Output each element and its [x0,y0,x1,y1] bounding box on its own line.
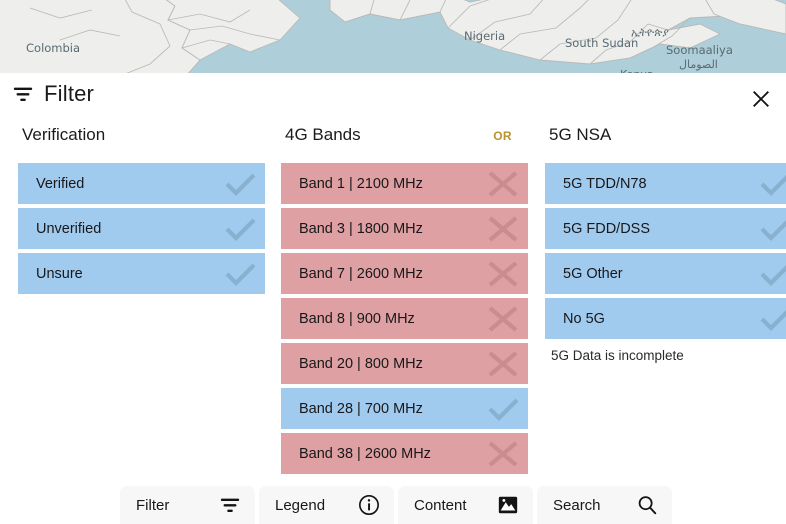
cross-icon [488,216,518,242]
close-button[interactable] [744,83,778,115]
filter-screen: Colombia Nigeria South Sudan ኢትዮጵያ Sooma… [0,0,786,524]
filter-column-5g-nsa: 5G NSA 5G TDD/N78 5G FDD/DSS 5G Other No… [545,123,786,524]
check-icon [225,173,256,196]
option-label: 5G FDD/DSS [563,220,651,237]
toolbar-button-label: Search [553,496,601,514]
option-label: Unverified [36,220,102,237]
column-header: 4G Bands OR [281,123,528,163]
option-label: Band 3 | 1800 MHz [299,220,423,237]
option-row-band-3[interactable]: Band 3 | 1800 MHz [281,208,528,249]
filter-title-group: Filter [12,83,94,105]
option-label: Band 7 | 2600 MHz [299,265,423,282]
toolbar-button-legend[interactable]: Legend [259,486,394,524]
info-circle-icon [359,495,379,515]
option-label: Band 20 | 800 MHz [299,355,423,372]
cross-icon [488,351,518,377]
option-row-band-8[interactable]: Band 8 | 900 MHz [281,298,528,339]
option-label: 5G Other [563,265,623,282]
map-background[interactable]: Colombia Nigeria South Sudan ኢትዮጵያ Sooma… [0,0,786,76]
filter-column-4g-bands: 4G Bands OR Band 1 | 2100 MHz Band 3 | 1… [281,123,528,524]
check-icon [760,220,786,241]
option-row-band-20[interactable]: Band 20 | 800 MHz [281,343,528,384]
option-row-band-7[interactable]: Band 7 | 2600 MHz [281,253,528,294]
bottom-toolbar: Filter Legend Content Search [120,486,672,524]
check-icon [225,218,256,241]
toolbar-button-label: Legend [275,496,326,514]
check-icon [760,310,786,331]
option-row-band-38[interactable]: Band 38 | 2600 MHz [281,433,528,474]
filter-columns: Verification Verified Unverified Unsure … [0,123,786,524]
option-label: 5G TDD/N78 [563,175,647,192]
search-icon [638,496,657,515]
close-icon [753,91,769,107]
check-icon [225,263,256,286]
cross-icon [488,441,518,467]
option-row-verified[interactable]: Verified [18,163,265,204]
option-list: Band 1 | 2100 MHz Band 3 | 1800 MHz Band… [281,163,528,474]
filter-icon [13,87,33,101]
check-icon [760,175,786,196]
toolbar-button-label: Filter [136,496,170,514]
option-label: Band 1 | 2100 MHz [299,175,423,192]
option-label: Unsure [36,265,83,282]
option-row-5g-fdd-dss[interactable]: 5G FDD/DSS [545,208,786,249]
cross-icon [488,171,518,197]
option-row-5g-tdd-n78[interactable]: 5G TDD/N78 [545,163,786,204]
check-icon [760,265,786,286]
option-label: Verified [36,175,85,192]
option-row-band-28[interactable]: Band 28 | 700 MHz [281,388,528,429]
cross-icon [488,306,518,332]
image-icon [498,496,518,514]
column-header: 5G NSA [545,123,786,163]
option-row-5g-other[interactable]: 5G Other [545,253,786,294]
toolbar-button-label: Content [414,496,467,514]
option-label: Band 8 | 900 MHz [299,310,415,327]
filter-icon [220,498,240,512]
map-vector [0,0,786,76]
option-row-band-1[interactable]: Band 1 | 2100 MHz [281,163,528,204]
option-row-no-5g[interactable]: No 5G [545,298,786,339]
filter-column-verification: Verification Verified Unverified Unsure [18,123,265,524]
filter-panel: Filter Verification Verified Unverified … [0,73,786,524]
option-row-unverified[interactable]: Unverified [18,208,265,249]
option-label: Band 38 | 2600 MHz [299,445,431,462]
page-title: Filter [44,81,95,106]
option-label: Band 28 | 700 MHz [299,400,423,417]
toolbar-button-content[interactable]: Content [398,486,533,524]
option-list: Verified Unverified Unsure [18,163,265,294]
column-title: Verification [22,125,106,144]
or-badge: OR [493,129,512,143]
toolbar-button-filter[interactable]: Filter [120,486,255,524]
column-title: 5G NSA [549,125,612,144]
toolbar-button-search[interactable]: Search [537,486,672,524]
option-list: 5G TDD/N78 5G FDD/DSS 5G Other No 5G 5G … [545,163,786,363]
option-row-unsure[interactable]: Unsure [18,253,265,294]
cross-icon [488,261,518,287]
column-header: Verification [18,123,265,163]
filter-panel-header: Filter [0,73,786,123]
check-icon [488,398,519,421]
option-label: No 5G [563,310,605,327]
column-title: 4G Bands [285,125,361,144]
5g-data-note: 5G Data is incomplete [551,348,684,363]
